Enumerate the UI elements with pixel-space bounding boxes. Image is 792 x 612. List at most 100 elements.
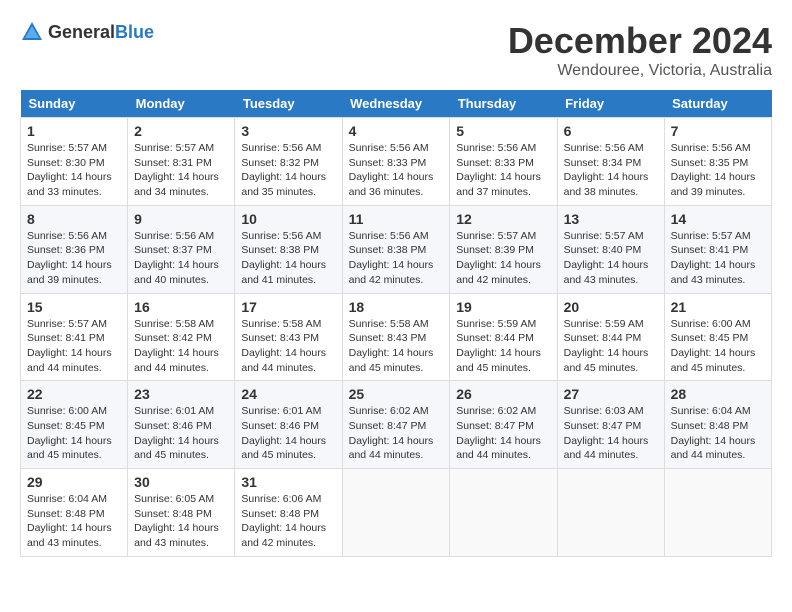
logo-text-general: General [48, 22, 115, 42]
calendar-cell [450, 469, 557, 557]
calendar-cell: 15 Sunrise: 5:57 AM Sunset: 8:41 PM Dayl… [21, 293, 128, 381]
day-detail: Sunrise: 5:57 AM Sunset: 8:31 PM Dayligh… [134, 141, 228, 200]
calendar-header-saturday: Saturday [664, 90, 771, 118]
day-detail: Sunrise: 6:00 AM Sunset: 8:45 PM Dayligh… [27, 404, 121, 463]
day-detail: Sunrise: 6:01 AM Sunset: 8:46 PM Dayligh… [241, 404, 335, 463]
day-detail: Sunrise: 5:56 AM Sunset: 8:33 PM Dayligh… [456, 141, 550, 200]
calendar-header-row: SundayMondayTuesdayWednesdayThursdayFrid… [21, 90, 772, 118]
day-detail: Sunrise: 5:57 AM Sunset: 8:41 PM Dayligh… [27, 317, 121, 376]
day-number: 21 [671, 299, 765, 315]
day-detail: Sunrise: 6:02 AM Sunset: 8:47 PM Dayligh… [349, 404, 444, 463]
logo-text-blue: Blue [115, 22, 154, 42]
day-detail: Sunrise: 5:56 AM Sunset: 8:37 PM Dayligh… [134, 229, 228, 288]
calendar-cell: 8 Sunrise: 5:56 AM Sunset: 8:36 PM Dayli… [21, 205, 128, 293]
calendar-cell: 4 Sunrise: 5:56 AM Sunset: 8:33 PM Dayli… [342, 118, 450, 206]
day-number: 13 [564, 211, 658, 227]
day-number: 14 [671, 211, 765, 227]
calendar-cell: 31 Sunrise: 6:06 AM Sunset: 8:48 PM Dayl… [235, 469, 342, 557]
calendar-cell: 27 Sunrise: 6:03 AM Sunset: 8:47 PM Dayl… [557, 381, 664, 469]
day-number: 2 [134, 123, 228, 139]
day-number: 24 [241, 386, 335, 402]
month-title: December 2024 [508, 20, 772, 62]
calendar-cell: 18 Sunrise: 5:58 AM Sunset: 8:43 PM Dayl… [342, 293, 450, 381]
calendar-cell [557, 469, 664, 557]
calendar-cell: 5 Sunrise: 5:56 AM Sunset: 8:33 PM Dayli… [450, 118, 557, 206]
day-number: 6 [564, 123, 658, 139]
day-detail: Sunrise: 5:56 AM Sunset: 8:36 PM Dayligh… [27, 229, 121, 288]
day-number: 17 [241, 299, 335, 315]
day-number: 5 [456, 123, 550, 139]
day-number: 27 [564, 386, 658, 402]
calendar-cell: 21 Sunrise: 6:00 AM Sunset: 8:45 PM Dayl… [664, 293, 771, 381]
day-detail: Sunrise: 5:57 AM Sunset: 8:41 PM Dayligh… [671, 229, 765, 288]
day-detail: Sunrise: 6:05 AM Sunset: 8:48 PM Dayligh… [134, 492, 228, 551]
day-number: 29 [27, 474, 121, 490]
day-number: 20 [564, 299, 658, 315]
calendar-header-friday: Friday [557, 90, 664, 118]
title-area: December 2024 Wendouree, Victoria, Austr… [508, 20, 772, 80]
day-detail: Sunrise: 5:56 AM Sunset: 8:34 PM Dayligh… [564, 141, 658, 200]
calendar-cell: 11 Sunrise: 5:56 AM Sunset: 8:38 PM Dayl… [342, 205, 450, 293]
day-detail: Sunrise: 5:56 AM Sunset: 8:33 PM Dayligh… [349, 141, 444, 200]
calendar-header-monday: Monday [128, 90, 235, 118]
calendar-cell: 20 Sunrise: 5:59 AM Sunset: 8:44 PM Dayl… [557, 293, 664, 381]
calendar-header-wednesday: Wednesday [342, 90, 450, 118]
calendar-week-row-1: 8 Sunrise: 5:56 AM Sunset: 8:36 PM Dayli… [21, 205, 772, 293]
day-number: 8 [27, 211, 121, 227]
calendar-cell: 17 Sunrise: 5:58 AM Sunset: 8:43 PM Dayl… [235, 293, 342, 381]
day-number: 25 [349, 386, 444, 402]
day-number: 7 [671, 123, 765, 139]
calendar-cell: 22 Sunrise: 6:00 AM Sunset: 8:45 PM Dayl… [21, 381, 128, 469]
day-detail: Sunrise: 6:01 AM Sunset: 8:46 PM Dayligh… [134, 404, 228, 463]
day-number: 1 [27, 123, 121, 139]
page-header: GeneralBlue December 2024 Wendouree, Vic… [20, 20, 772, 80]
calendar-cell: 14 Sunrise: 5:57 AM Sunset: 8:41 PM Dayl… [664, 205, 771, 293]
logo: GeneralBlue [20, 20, 154, 44]
calendar-cell: 10 Sunrise: 5:56 AM Sunset: 8:38 PM Dayl… [235, 205, 342, 293]
calendar-cell [342, 469, 450, 557]
day-detail: Sunrise: 6:02 AM Sunset: 8:47 PM Dayligh… [456, 404, 550, 463]
calendar-cell: 13 Sunrise: 5:57 AM Sunset: 8:40 PM Dayl… [557, 205, 664, 293]
calendar-cell: 28 Sunrise: 6:04 AM Sunset: 8:48 PM Dayl… [664, 381, 771, 469]
day-detail: Sunrise: 5:56 AM Sunset: 8:35 PM Dayligh… [671, 141, 765, 200]
day-number: 10 [241, 211, 335, 227]
calendar-cell: 19 Sunrise: 5:59 AM Sunset: 8:44 PM Dayl… [450, 293, 557, 381]
day-detail: Sunrise: 5:59 AM Sunset: 8:44 PM Dayligh… [564, 317, 658, 376]
calendar-cell: 29 Sunrise: 6:04 AM Sunset: 8:48 PM Dayl… [21, 469, 128, 557]
day-number: 16 [134, 299, 228, 315]
day-number: 31 [241, 474, 335, 490]
day-number: 28 [671, 386, 765, 402]
day-detail: Sunrise: 5:56 AM Sunset: 8:32 PM Dayligh… [241, 141, 335, 200]
location-title: Wendouree, Victoria, Australia [508, 62, 772, 80]
calendar-cell: 9 Sunrise: 5:56 AM Sunset: 8:37 PM Dayli… [128, 205, 235, 293]
calendar-header-sunday: Sunday [21, 90, 128, 118]
calendar-cell: 7 Sunrise: 5:56 AM Sunset: 8:35 PM Dayli… [664, 118, 771, 206]
day-number: 4 [349, 123, 444, 139]
day-detail: Sunrise: 5:58 AM Sunset: 8:42 PM Dayligh… [134, 317, 228, 376]
calendar-cell: 26 Sunrise: 6:02 AM Sunset: 8:47 PM Dayl… [450, 381, 557, 469]
day-number: 11 [349, 211, 444, 227]
calendar-cell [664, 469, 771, 557]
day-detail: Sunrise: 6:00 AM Sunset: 8:45 PM Dayligh… [671, 317, 765, 376]
calendar-cell: 25 Sunrise: 6:02 AM Sunset: 8:47 PM Dayl… [342, 381, 450, 469]
calendar-header-thursday: Thursday [450, 90, 557, 118]
day-number: 9 [134, 211, 228, 227]
calendar-cell: 24 Sunrise: 6:01 AM Sunset: 8:46 PM Dayl… [235, 381, 342, 469]
logo-icon [20, 20, 44, 44]
calendar-cell: 16 Sunrise: 5:58 AM Sunset: 8:42 PM Dayl… [128, 293, 235, 381]
day-number: 26 [456, 386, 550, 402]
day-detail: Sunrise: 5:57 AM Sunset: 8:30 PM Dayligh… [27, 141, 121, 200]
day-detail: Sunrise: 5:56 AM Sunset: 8:38 PM Dayligh… [241, 229, 335, 288]
day-number: 22 [27, 386, 121, 402]
day-detail: Sunrise: 5:57 AM Sunset: 8:39 PM Dayligh… [456, 229, 550, 288]
calendar-cell: 30 Sunrise: 6:05 AM Sunset: 8:48 PM Dayl… [128, 469, 235, 557]
day-number: 30 [134, 474, 228, 490]
day-detail: Sunrise: 5:59 AM Sunset: 8:44 PM Dayligh… [456, 317, 550, 376]
calendar-week-row-0: 1 Sunrise: 5:57 AM Sunset: 8:30 PM Dayli… [21, 118, 772, 206]
calendar-week-row-3: 22 Sunrise: 6:00 AM Sunset: 8:45 PM Dayl… [21, 381, 772, 469]
calendar-cell: 6 Sunrise: 5:56 AM Sunset: 8:34 PM Dayli… [557, 118, 664, 206]
day-detail: Sunrise: 6:04 AM Sunset: 8:48 PM Dayligh… [27, 492, 121, 551]
calendar-cell: 12 Sunrise: 5:57 AM Sunset: 8:39 PM Dayl… [450, 205, 557, 293]
day-detail: Sunrise: 6:06 AM Sunset: 8:48 PM Dayligh… [241, 492, 335, 551]
calendar-cell: 3 Sunrise: 5:56 AM Sunset: 8:32 PM Dayli… [235, 118, 342, 206]
